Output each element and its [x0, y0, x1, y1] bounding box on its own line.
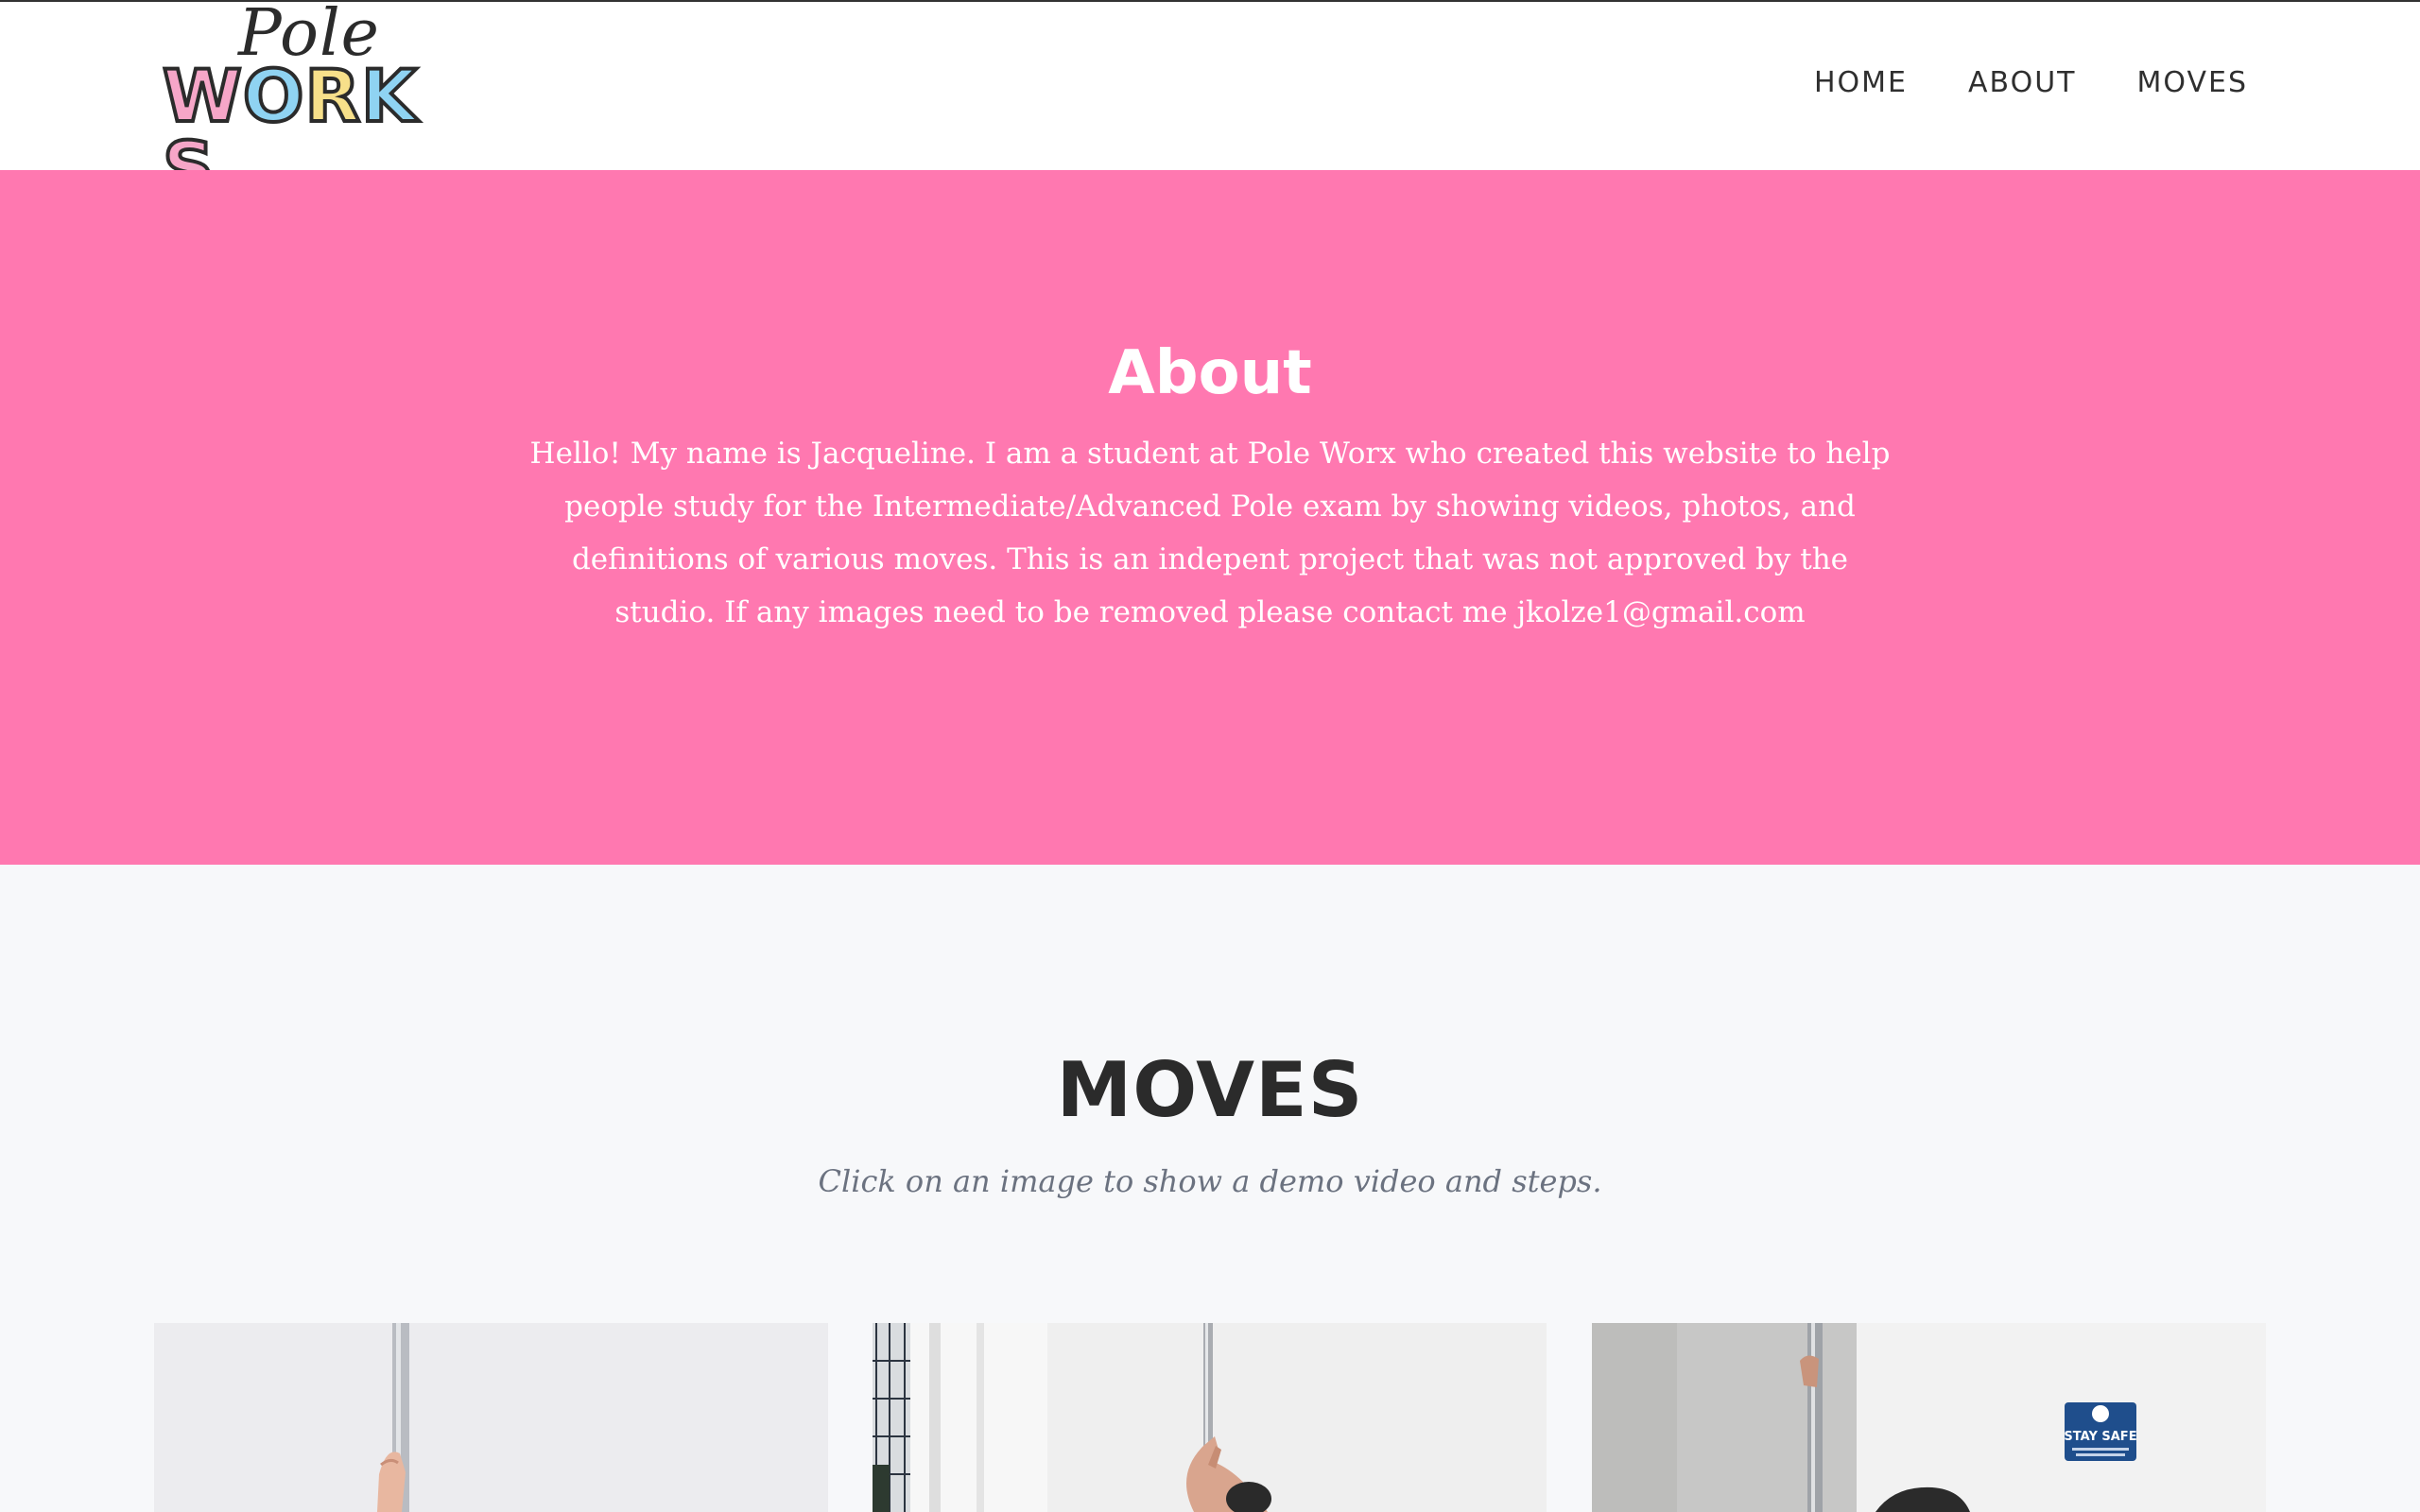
moves-subtitle: Click on an image to show a demo video a…	[818, 1163, 1602, 1199]
moves-title: MOVES	[1056, 1046, 1364, 1134]
logo-letter: O	[241, 54, 306, 138]
about-section: About Hello! My name is Jacqueline. I am…	[0, 170, 2420, 865]
logo-letter: R	[302, 54, 362, 138]
nav-about-link[interactable]: ABOUT	[1968, 66, 2076, 99]
move-card[interactable]	[154, 1323, 828, 1512]
stay-safe-sign-text: STAY SAFE	[2064, 1430, 2136, 1444]
site-header: Pole WORKS HOME ABOUT MOVES	[0, 0, 2420, 206]
logo-letter: K	[359, 54, 419, 138]
move-photo	[873, 1323, 1547, 1512]
stay-safe-sign: STAY SAFE	[2064, 1402, 2137, 1461]
main-nav: HOME ABOUT MOVES	[1814, 66, 2248, 99]
move-card[interactable]: STAY SAFE	[1592, 1323, 2266, 1512]
logo-letter: W	[161, 54, 244, 138]
about-description: Hello! My name is Jacqueline. I am a stu…	[529, 437, 1891, 629]
nav-moves-link[interactable]: MOVES	[2137, 66, 2249, 99]
pole-works-logo[interactable]: Pole WORKS	[159, 0, 461, 206]
move-photo	[154, 1323, 828, 1512]
move-card[interactable]	[873, 1323, 1547, 1512]
move-photo: STAY SAFE	[1592, 1323, 2266, 1512]
about-title: About	[1108, 338, 1312, 408]
nav-home-link[interactable]: HOME	[1814, 66, 1908, 99]
